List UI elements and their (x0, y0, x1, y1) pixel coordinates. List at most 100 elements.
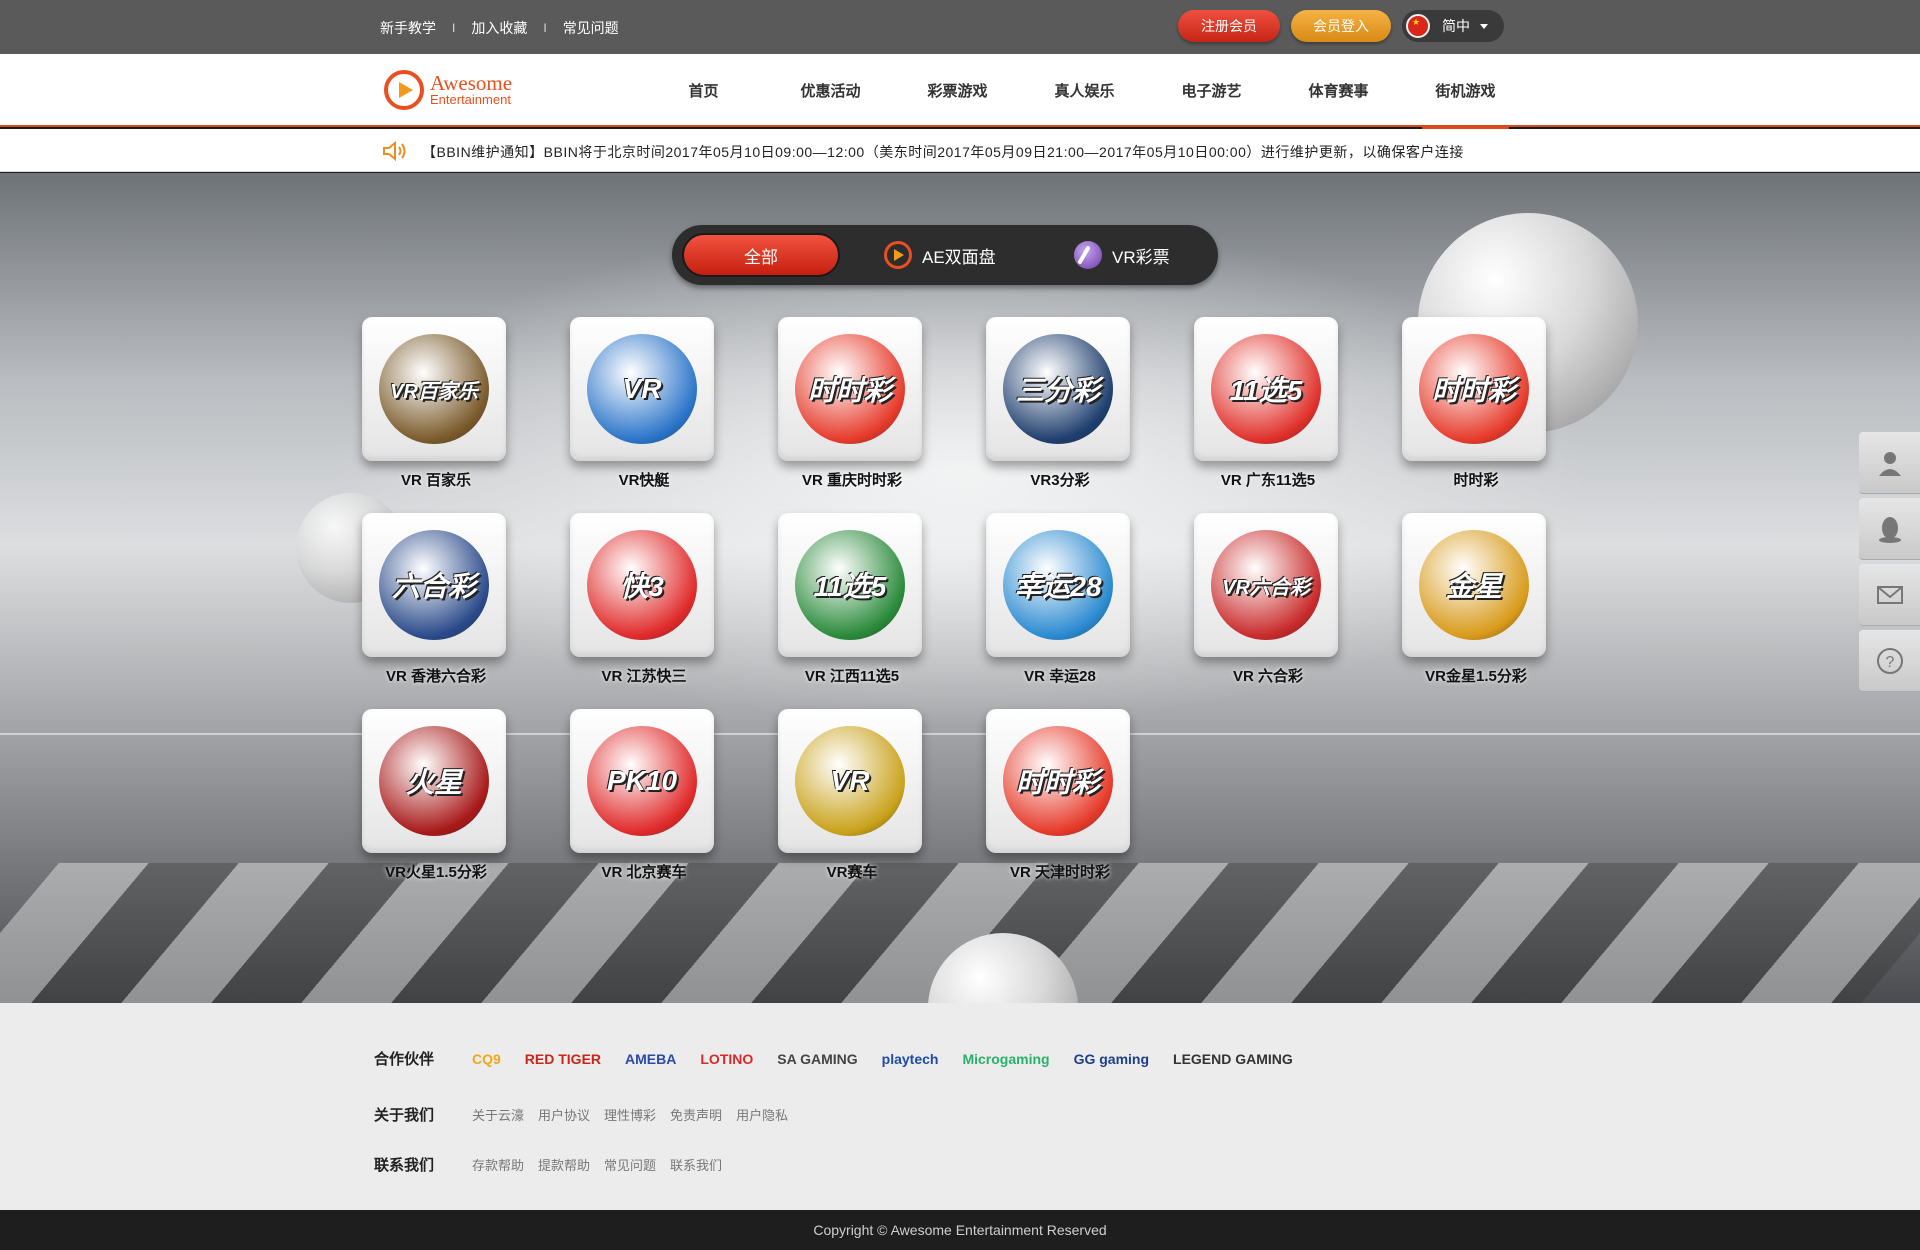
game-card[interactable]: 时时彩 VR 天津时时彩 (960, 709, 1140, 899)
nav-lottery[interactable]: 彩票游戏 (894, 54, 1021, 127)
register-button[interactable]: 注册会员 (1178, 10, 1280, 42)
game-card[interactable]: VR VR赛车 (752, 709, 932, 899)
partner-logo[interactable]: GG gaming (1074, 1051, 1149, 1067)
language-selector[interactable]: 简中 (1402, 10, 1504, 42)
game-tile[interactable]: 11选5 (1194, 317, 1338, 461)
nav-arcade[interactable]: 街机游戏 (1402, 54, 1529, 129)
qq-button[interactable] (1859, 498, 1920, 560)
game-label: VR 江苏快三 (601, 668, 687, 685)
logo[interactable]: Awesome Entertainment (384, 70, 512, 110)
game-tile[interactable]: 快3 (570, 513, 714, 657)
partner-logo[interactable]: AMEBA (625, 1051, 676, 1067)
account-button[interactable] (1859, 432, 1920, 494)
game-logo-icon: 三分彩 (1003, 334, 1113, 444)
game-tile[interactable]: 火星 (362, 709, 506, 853)
partner-logo[interactable]: Microgaming (962, 1051, 1049, 1067)
about-link[interactable]: 用户隐私 (736, 1105, 788, 1124)
nav-home[interactable]: 首页 (640, 54, 767, 127)
game-tile[interactable]: 11选5 (778, 513, 922, 657)
copyright: Copyright © Awesome Entertainment Reserv… (0, 1210, 1920, 1250)
top-link-bookmark[interactable]: 加入收藏 (471, 18, 527, 38)
about-row: 关于我们 关于云濠 用户协议 理性博彩 免责声明 用户隐私 (374, 1104, 802, 1125)
about-link[interactable]: 关于云濠 (472, 1105, 524, 1124)
help-button[interactable]: ? (1859, 630, 1920, 692)
game-card[interactable]: VR六合彩 VR 六合彩 (1168, 513, 1348, 703)
game-card[interactable]: 11选5 VR 广东11选5 (1168, 317, 1348, 507)
contact-link[interactable]: 存款帮助 (472, 1155, 524, 1174)
partner-logo[interactable]: SA GAMING (777, 1051, 857, 1067)
game-tile[interactable]: PK10 (570, 709, 714, 853)
game-card[interactable]: VR VR快艇 (544, 317, 724, 507)
nav-slots[interactable]: 电子游艺 (1148, 54, 1275, 127)
game-card[interactable]: 六合彩 VR 香港六合彩 (336, 513, 516, 703)
filter-vr-tab[interactable]: VR彩票 (1074, 233, 1170, 277)
game-logo-icon: 时时彩 (1419, 334, 1529, 444)
partners-row: 合作伙伴 CQ9 RED TIGER AMEBA LOTINO SA GAMING pla… (374, 1048, 1317, 1069)
game-tile[interactable]: 时时彩 (778, 317, 922, 461)
user-icon (1878, 451, 1901, 476)
game-logo-icon: 11选5 (795, 530, 905, 640)
game-card[interactable]: 快3 VR 江苏快三 (544, 513, 724, 703)
filter-ae-tab[interactable]: AE双面盘 (884, 233, 996, 277)
game-logo-text: 时时彩 (807, 375, 892, 406)
game-tile[interactable]: 三分彩 (986, 317, 1130, 461)
game-tile[interactable]: 幸运28 (986, 513, 1130, 657)
game-tile[interactable]: 时时彩 (1402, 317, 1546, 461)
game-card[interactable]: 时时彩 时时彩 (1376, 317, 1556, 507)
partner-logo[interactable]: CQ9 (472, 1051, 501, 1067)
partners-title: 合作伙伴 (374, 1051, 435, 1068)
top-link-tutorial[interactable]: 新手教学 (380, 18, 436, 38)
game-tile[interactable]: VR百家乐 (362, 317, 506, 461)
game-logo-icon: VR六合彩 (1211, 530, 1321, 640)
game-label: VR 天津时时彩 (1009, 864, 1110, 881)
contact-link[interactable]: 提款帮助 (538, 1155, 590, 1174)
partner-logo[interactable]: RED TIGER (525, 1051, 601, 1067)
game-tile[interactable]: VR六合彩 (1194, 513, 1338, 657)
game-card[interactable]: PK10 VR 北京赛车 (544, 709, 724, 899)
game-card[interactable]: 幸运28 VR 幸运28 (960, 513, 1140, 703)
game-tile[interactable]: VR (778, 709, 922, 853)
game-logo-text: VR (622, 373, 662, 404)
contact-link[interactable]: 联系我们 (670, 1155, 722, 1174)
nav-promotions[interactable]: 优惠活动 (767, 54, 894, 127)
game-tile[interactable]: VR (570, 317, 714, 461)
filter-vr-label: VR彩票 (1112, 247, 1170, 267)
game-card[interactable]: 时时彩 VR 重庆时时彩 (752, 317, 932, 507)
chevron-down-icon (1480, 23, 1488, 29)
game-card[interactable]: 火星 VR火星1.5分彩 (336, 709, 516, 899)
game-label: VR3分彩 (1030, 472, 1090, 489)
game-card[interactable]: 三分彩 VR3分彩 (960, 317, 1140, 507)
partner-logo[interactable]: playtech (882, 1051, 939, 1067)
login-button[interactable]: 会员登入 (1291, 10, 1391, 42)
game-tile[interactable]: 金星 (1402, 513, 1546, 657)
game-label: VR 北京赛车 (601, 864, 687, 881)
top-links: 新手教学 I 加入收藏 I 常见问题 (380, 18, 619, 38)
game-logo-icon: 时时彩 (795, 334, 905, 444)
game-label: VR金星1.5分彩 (1425, 668, 1527, 685)
about-link[interactable]: 免责声明 (670, 1105, 722, 1124)
contact-link[interactable]: 常见问题 (604, 1155, 656, 1174)
about-link[interactable]: 理性博彩 (604, 1105, 656, 1124)
game-logo-text: 快3 (620, 571, 664, 602)
about-link[interactable]: 用户协议 (538, 1105, 590, 1124)
game-label: VR 香港六合彩 (385, 668, 486, 685)
filter-all-button[interactable]: 全部 (682, 233, 840, 277)
top-link-faq[interactable]: 常见问题 (563, 18, 619, 38)
qq-penguin-icon (1878, 516, 1901, 543)
game-label: VR火星1.5分彩 (385, 864, 487, 881)
mail-button[interactable] (1859, 564, 1920, 626)
game-label: VR 幸运28 (1024, 668, 1096, 685)
nav-sports[interactable]: 体育赛事 (1275, 54, 1402, 127)
game-logo-text: 火星 (405, 767, 462, 798)
nav-live-casino[interactable]: 真人娱乐 (1021, 54, 1148, 127)
game-card[interactable]: 11选5 VR 江西11选5 (752, 513, 932, 703)
main-header: Awesome Entertainment 首页 优惠活动 彩票游戏 真人娱乐 … (0, 54, 1920, 129)
partner-logo[interactable]: LEGEND GAMING (1173, 1051, 1293, 1067)
game-card[interactable]: 金星 VR金星1.5分彩 (1376, 513, 1556, 703)
game-tile[interactable]: 时时彩 (986, 709, 1130, 853)
china-flag-icon (1406, 14, 1430, 38)
game-card[interactable]: VR百家乐 VR 百家乐 (336, 317, 516, 507)
partner-logo[interactable]: LOTINO (700, 1051, 753, 1067)
game-logo-icon: 幸运28 (1003, 530, 1113, 640)
game-tile[interactable]: 六合彩 (362, 513, 506, 657)
